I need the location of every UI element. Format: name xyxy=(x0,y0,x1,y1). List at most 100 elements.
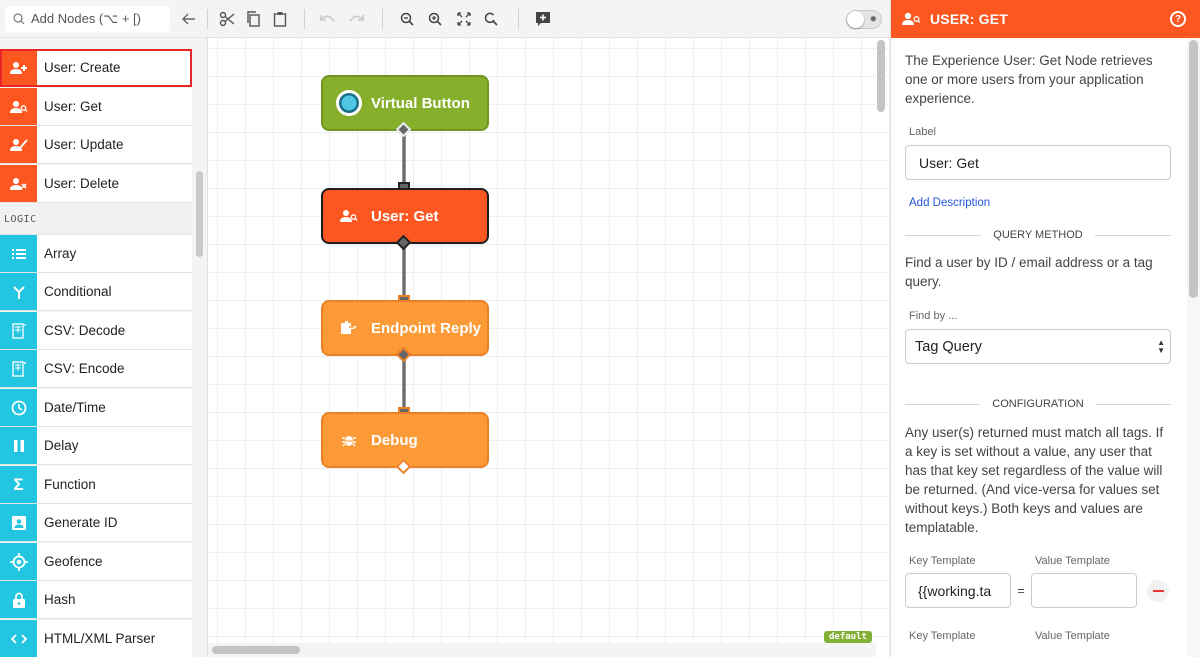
palette-item-user-update[interactable]: User: Update xyxy=(0,126,192,164)
canvas-horizontal-scrollbar[interactable] xyxy=(212,646,300,654)
palette-section-logic: LOGIC xyxy=(0,204,192,235)
zoom-in-icon[interactable] xyxy=(425,9,445,29)
palette-item-label: CSV: Encode xyxy=(44,361,125,376)
section-heading: CONFIGURATION xyxy=(992,398,1084,410)
palette-item-geofence[interactable]: Geofence xyxy=(0,543,192,581)
toolbar-divider xyxy=(382,9,383,29)
connection-wire[interactable] xyxy=(402,133,406,187)
palette-item-csv-decode[interactable]: CSV: Decode xyxy=(0,312,192,350)
toolbar: Add Nodes (⌥ + [) ✹ xyxy=(0,0,890,38)
pause-icon xyxy=(0,427,37,464)
palette-item-label: Conditional xyxy=(44,284,112,299)
node-label: Virtual Button xyxy=(371,94,470,112)
find-by-value: Tag Query xyxy=(915,338,982,355)
search-placeholder: Add Nodes (⌥ + [) xyxy=(31,11,141,26)
panel-scrollbar[interactable] xyxy=(1189,40,1198,298)
user-search-icon xyxy=(902,12,921,25)
node-config-panel: USER: GET ? The Experience User: Get Nod… xyxy=(890,0,1200,657)
endpoint-reply-icon xyxy=(335,321,363,335)
minus-icon xyxy=(1152,589,1164,592)
lock-icon xyxy=(0,581,37,618)
add-description-link[interactable]: Add Description xyxy=(909,197,1171,209)
node-palette: User: Create User: Get User: Update User… xyxy=(0,38,207,657)
palette-item-user-delete[interactable]: User: Delete xyxy=(0,165,192,203)
connection-wire[interactable] xyxy=(402,246,406,300)
palette-item-conditional[interactable]: Conditional xyxy=(0,273,192,311)
user-edit-icon xyxy=(0,126,37,163)
canvas-vertical-scrollbar[interactable] xyxy=(877,40,885,112)
version-badge: default xyxy=(824,631,872,643)
configuration-divider: CONFIGURATION xyxy=(905,398,1171,410)
copy-icon[interactable] xyxy=(243,9,263,29)
fit-screen-icon[interactable] xyxy=(454,9,474,29)
panel-title: USER: GET xyxy=(930,11,1009,27)
zoom-out-icon[interactable] xyxy=(397,9,417,29)
palette-item-label: Date/Time xyxy=(44,400,106,415)
key-template-label: Key Template xyxy=(909,630,976,642)
panel-header: USER: GET ? xyxy=(891,0,1200,38)
find-by-select[interactable]: Tag Query ▲ ▼ xyxy=(905,329,1171,364)
palette-item-label: Hash xyxy=(44,592,76,607)
help-icon[interactable]: ? xyxy=(1170,11,1186,27)
palette-item-label: Array xyxy=(44,246,77,261)
branch-icon xyxy=(0,273,37,310)
palette-item-label: User: Delete xyxy=(44,176,120,191)
palette-scrollbar[interactable] xyxy=(196,171,203,257)
palette-item-user-get[interactable]: User: Get xyxy=(0,88,192,126)
user-plus-icon xyxy=(0,49,37,86)
tag-labels-row: Key Template Value Template xyxy=(905,630,1171,642)
query-method-text: Find a user by ID / email address or a t… xyxy=(905,255,1153,289)
workflow-canvas[interactable] xyxy=(207,38,890,657)
label-field-label: Label xyxy=(909,126,936,138)
toggle-knob xyxy=(847,11,864,28)
tag-row: {{working.ta = xyxy=(905,573,1171,608)
virtual-button-icon xyxy=(335,89,363,117)
toolbar-divider xyxy=(304,9,305,29)
add-nodes-search[interactable]: Add Nodes (⌥ + [) xyxy=(5,6,170,32)
palette-item-generate-id[interactable]: Generate ID xyxy=(0,504,192,542)
palette-item-delay[interactable]: Delay xyxy=(0,427,192,465)
paste-icon[interactable] xyxy=(270,9,290,29)
value-template-input[interactable] xyxy=(1031,573,1137,608)
palette-item-date-time[interactable]: Date/Time xyxy=(0,389,192,427)
add-comment-icon[interactable] xyxy=(533,9,553,29)
list-icon xyxy=(0,235,37,272)
target-icon xyxy=(0,543,37,580)
key-template-input[interactable]: {{working.ta xyxy=(905,573,1011,608)
palette-item-hash[interactable]: Hash xyxy=(0,581,192,619)
panel-body: The Experience User: Get Node retrieves … xyxy=(905,38,1172,642)
palette-item-label: User: Get xyxy=(44,99,102,114)
user-search-icon xyxy=(335,209,363,223)
code-icon xyxy=(0,620,37,657)
id-card-icon xyxy=(0,504,37,541)
select-arrows-icon: ▲ ▼ xyxy=(1157,338,1165,355)
toolbar-divider xyxy=(518,9,519,29)
back-arrow-icon[interactable] xyxy=(179,9,199,29)
remove-tag-button[interactable] xyxy=(1147,579,1169,602)
value-template-label: Value Template xyxy=(1035,630,1110,642)
debug-toggle[interactable]: ✹ xyxy=(846,10,882,29)
palette-item-html-xml-parser[interactable]: HTML/XML Parser xyxy=(0,620,192,657)
palette-item-label: Geofence xyxy=(44,554,103,569)
toolbar-divider xyxy=(207,9,208,29)
user-search-icon xyxy=(0,88,37,125)
node-label: Debug xyxy=(371,431,418,449)
reset-zoom-icon[interactable] xyxy=(481,9,501,29)
cut-icon[interactable] xyxy=(217,9,237,29)
user-delete-icon xyxy=(0,165,37,202)
palette-item-csv-encode[interactable]: CSV: Encode xyxy=(0,350,192,388)
csv-decode-icon xyxy=(0,312,37,349)
bug-icon: ✹ xyxy=(869,14,877,24)
redo-icon[interactable] xyxy=(346,9,366,29)
palette-item-user-create[interactable]: User: Create xyxy=(0,49,192,87)
connection-wire[interactable] xyxy=(402,358,406,412)
palette-item-function[interactable]: Σ Function xyxy=(0,466,192,504)
configuration-text: Any user(s) returned must match all tags… xyxy=(905,425,1164,535)
section-heading: QUERY METHOD xyxy=(993,229,1083,241)
label-input[interactable]: User: Get xyxy=(905,145,1171,180)
palette-item-label: HTML/XML Parser xyxy=(44,631,156,646)
undo-icon[interactable] xyxy=(318,9,338,29)
palette-item-label: Generate ID xyxy=(44,515,118,530)
palette-item-label: User: Create xyxy=(44,60,121,75)
palette-item-array[interactable]: Array xyxy=(0,235,192,273)
